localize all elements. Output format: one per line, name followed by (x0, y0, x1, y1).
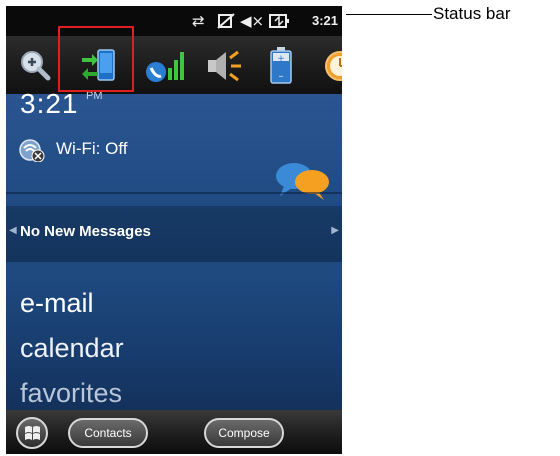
device-screen: ⇄ ◀× 3:21 + – 3:21 PM Wi-Fi: Off ◀ No Ne… (6, 6, 342, 454)
menu-item-calendar[interactable]: calendar (20, 333, 124, 364)
wifi-label: Wi-Fi: Off (56, 139, 128, 158)
softkey-bar: Contacts Compose (6, 410, 342, 454)
highlight-box (58, 26, 134, 92)
speaker-icon[interactable] (202, 44, 246, 88)
scroll-right-arrow-icon[interactable]: ▶ (331, 225, 339, 236)
status-time: 3:21 (311, 13, 338, 28)
quick-toolbar: + – (6, 36, 342, 94)
signal-off-icon (216, 11, 236, 31)
home-clock: 3:21 (20, 88, 79, 119)
compose-softkey[interactable]: Compose (204, 418, 284, 448)
section-divider (6, 192, 342, 194)
messages-band[interactable]: ◀ No New Messages ▶ (6, 206, 342, 262)
wifi-off-icon (18, 138, 46, 163)
start-button[interactable] (16, 417, 48, 449)
zoom-icon[interactable] (14, 44, 58, 88)
svg-text:–: – (279, 71, 284, 82)
sync-arrows-icon: ⇄ (192, 12, 205, 30)
callout-line (346, 14, 432, 15)
svg-text:+: + (277, 54, 285, 64)
menu-item-favorites[interactable]: favorites (20, 378, 122, 409)
windows-logo-icon (25, 426, 40, 440)
phone-signal-icon[interactable] (142, 44, 186, 88)
chat-bubbles-icon (270, 158, 334, 202)
battery-icon[interactable]: + – (258, 44, 302, 88)
battery-charging-icon (268, 11, 290, 31)
clock-icon[interactable] (318, 44, 342, 88)
status-bar[interactable]: ⇄ ◀× 3:21 (6, 6, 342, 36)
scroll-left-arrow-icon[interactable]: ◀ (9, 225, 17, 236)
contacts-softkey[interactable]: Contacts (68, 418, 148, 448)
callout-label: Status bar (433, 4, 511, 23)
speaker-muted-icon: ◀× (240, 12, 265, 30)
menu-item-email[interactable]: e-mail (20, 288, 94, 319)
messages-label: No New Messages (20, 223, 151, 240)
